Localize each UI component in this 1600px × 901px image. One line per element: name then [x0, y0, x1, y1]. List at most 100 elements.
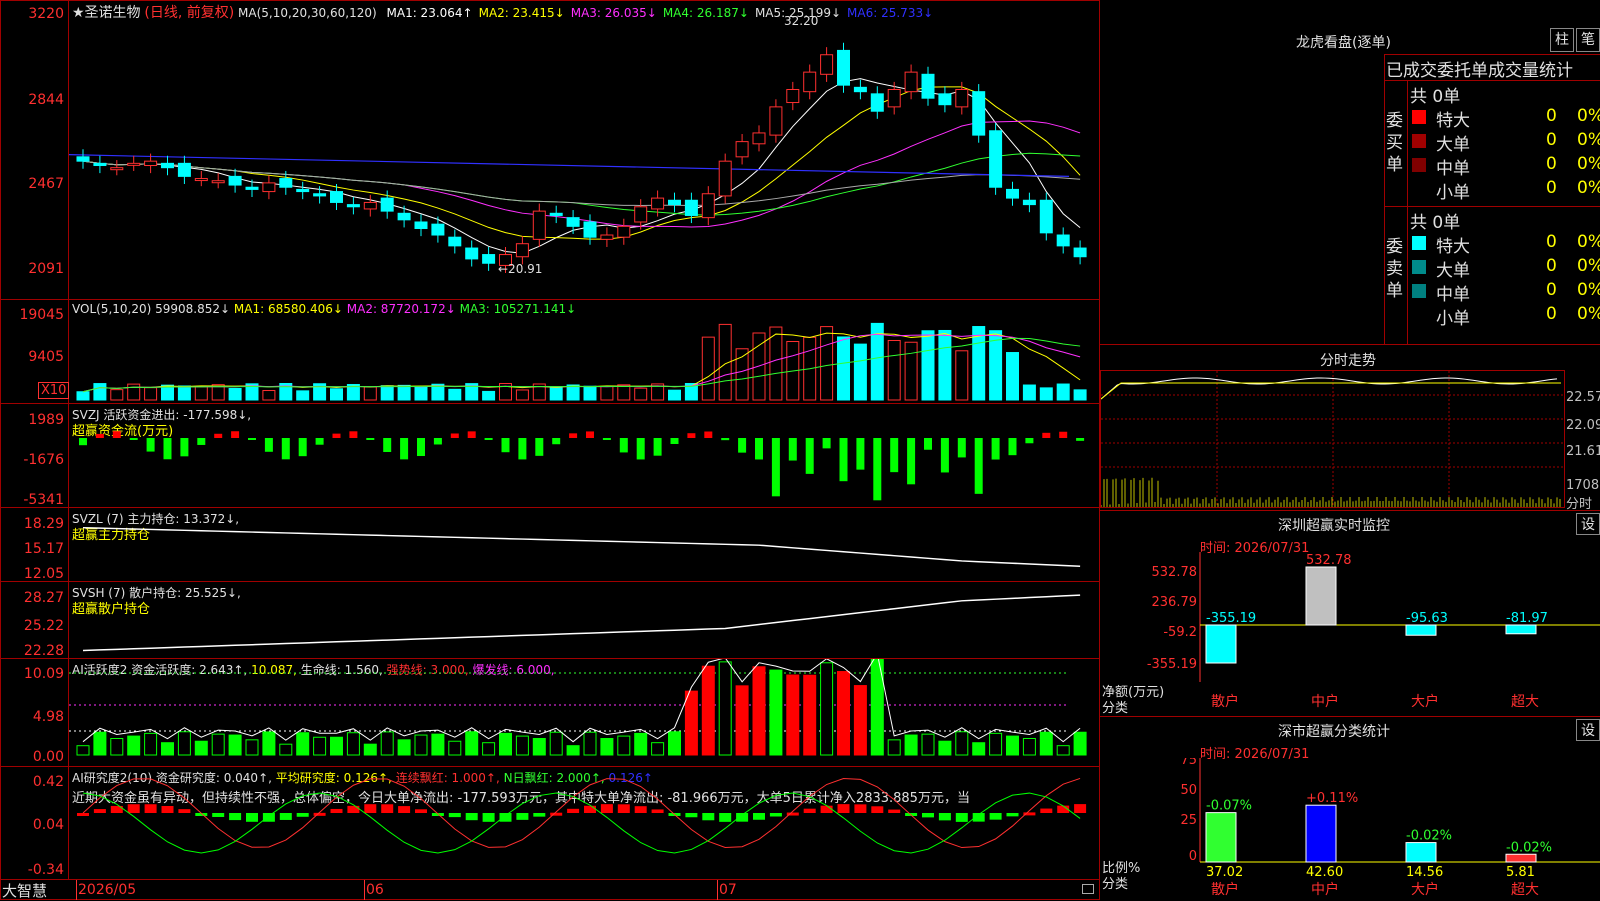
ai2-bar	[279, 813, 292, 820]
category-label: 中户	[1311, 693, 1339, 710]
bar-散户	[1205, 812, 1237, 863]
lhb-bar-button[interactable]: 柱	[1550, 28, 1574, 52]
ma1-value: MA1: 23.064↑	[386, 6, 473, 20]
fenshi-title: 分时走势	[1320, 353, 1376, 369]
volume-bar	[363, 386, 377, 401]
ai2-bar	[313, 812, 326, 816]
ai2-bar	[753, 813, 765, 820]
volume-bar	[144, 387, 158, 401]
ai1-bar	[144, 732, 158, 756]
sell-row-label: 大单	[1436, 261, 1470, 281]
svzl-axis-1829: 18.29	[23, 516, 64, 532]
axis-tick-label: 75	[1180, 758, 1197, 768]
candle-body	[803, 71, 817, 93]
bar-value-label: 532.78	[1306, 553, 1352, 568]
svsh-chart[interactable]	[69, 582, 1099, 657]
ai1-bar	[161, 742, 174, 756]
date-axis-jul: 07	[719, 882, 737, 898]
candle-body	[363, 201, 377, 210]
candle-body	[93, 162, 107, 167]
fenshi-chart[interactable]	[1101, 371, 1564, 507]
ai1-chart[interactable]	[69, 659, 1099, 765]
lhb-tick-button[interactable]: 笔	[1576, 28, 1600, 52]
svzj-bar	[467, 431, 476, 438]
ai2-chart[interactable]	[69, 767, 1099, 879]
date-tick	[76, 880, 77, 900]
volume-chart[interactable]	[69, 310, 1099, 402]
candle-body	[1022, 199, 1036, 206]
ai2-bar	[584, 805, 596, 813]
bar-delta-label: -0.02%	[1406, 829, 1452, 844]
date-axis-jun: 06	[366, 882, 384, 898]
sz-monitor-settings-button[interactable]: 设	[1576, 513, 1600, 535]
buy-swatch-2	[1412, 158, 1426, 172]
buy-row-pct: 0%	[1577, 178, 1600, 198]
ai2-bar	[482, 813, 495, 822]
svzj-bar	[214, 433, 223, 438]
volume-bar	[938, 329, 952, 401]
ai2-bar	[600, 804, 613, 813]
ai2-bar	[246, 813, 258, 822]
buy-row-label: 大单	[1436, 135, 1470, 155]
price-axis-2091: 2091	[28, 261, 64, 277]
ai1-bar	[752, 666, 766, 756]
bar-中户	[1305, 804, 1337, 863]
svzl-chart[interactable]	[69, 508, 1099, 580]
ai1-bar	[228, 734, 242, 756]
ai1-bar	[431, 733, 445, 756]
volume-bar	[380, 385, 394, 401]
candle-body	[651, 197, 665, 210]
candle-body	[989, 130, 1003, 188]
ai2-bar	[871, 806, 884, 813]
sell-label: 委卖单	[1386, 237, 1403, 301]
lhb-divider	[1384, 80, 1600, 81]
candle-body	[482, 254, 496, 264]
volume-bar	[76, 391, 90, 401]
ai1-bar	[211, 733, 225, 756]
ai1-bar	[414, 734, 428, 756]
volume-bar	[583, 385, 597, 401]
price-axis-2844: 2844	[28, 92, 64, 108]
lock-icon[interactable]	[1082, 884, 1094, 894]
svzj-bar	[1025, 438, 1034, 444]
candle-body	[1039, 199, 1053, 234]
ai2-bar	[567, 808, 580, 813]
candle-body	[735, 141, 749, 158]
ai1-bar	[363, 743, 377, 756]
buy-row-value: 0	[1546, 106, 1557, 126]
ai1-bar	[718, 661, 732, 756]
ai2-bar	[1074, 804, 1087, 813]
svzj-bar	[79, 438, 87, 446]
ai1-bar	[1022, 737, 1036, 756]
ai2-axis-004: 0.04	[32, 817, 64, 833]
ai2-bar	[77, 813, 89, 816]
candle-body	[431, 223, 445, 236]
sz-monitor-chart[interactable]: 532.78 236.79 -59.2 -355.19 -355.19 散户 532.78 中…	[1100, 552, 1600, 712]
svzj-bar	[332, 433, 341, 438]
bar-散户	[1205, 624, 1237, 664]
lhb-divider	[1100, 344, 1600, 345]
category-label: 中户	[1311, 881, 1339, 898]
buy-row-pct: 0%	[1577, 130, 1600, 150]
category-label: 大户	[1411, 693, 1439, 710]
candlestick-chart[interactable]	[69, 20, 1099, 298]
volume-bar	[1022, 384, 1036, 401]
sz-class-settings-button[interactable]: 设	[1576, 719, 1600, 741]
svzj-bar	[281, 438, 290, 460]
candle-body	[346, 204, 360, 208]
volume-bar	[955, 350, 969, 401]
sz-class-chart[interactable]: 75 50 25 0 37.02 -0.07% 散户 42.60 +0.11% 中户 14.56 -0…	[1100, 758, 1600, 900]
svzj-chart[interactable]	[69, 404, 1099, 506]
date-tick	[717, 880, 718, 900]
candle-body	[279, 178, 293, 188]
candle-body	[414, 221, 428, 229]
bar-delta-label: -0.07%	[1206, 799, 1252, 814]
vol-unit: X10	[38, 382, 70, 399]
svzj-bar	[569, 433, 578, 438]
ai2-bar	[296, 813, 309, 817]
ai1-bar	[482, 742, 496, 756]
stock-name[interactable]: ★圣诺生物	[72, 5, 141, 21]
svsh-line	[82, 594, 1081, 652]
sell-row-value: 0	[1546, 256, 1557, 276]
ai2-bar	[685, 813, 698, 818]
